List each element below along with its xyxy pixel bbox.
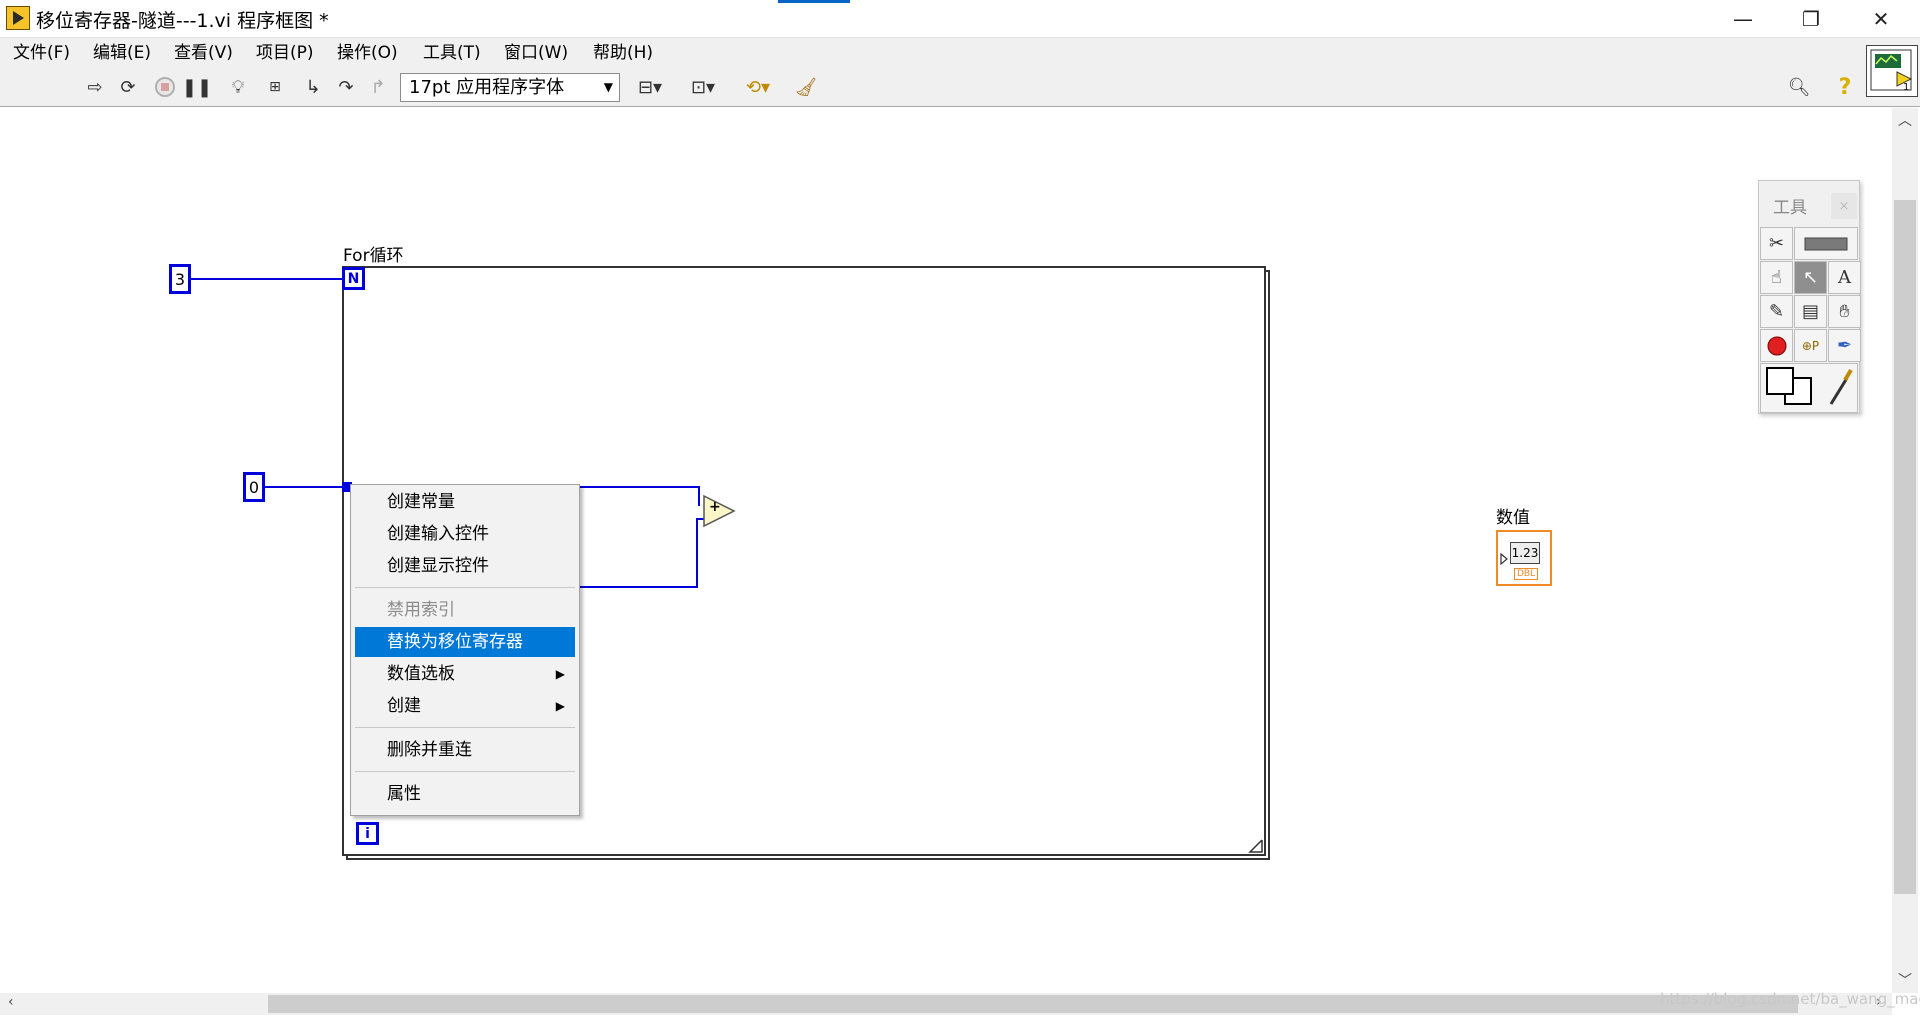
menu-item-create[interactable]: 创建 ▶ xyxy=(355,691,575,721)
context-menu: 创建常量 创建输入控件 创建显示控件 禁用索引 替换为移位寄存器 数值选板 ▶ … xyxy=(350,484,580,816)
scroll-down-icon[interactable]: ﹀ xyxy=(1898,970,1912,990)
menu-separator xyxy=(355,771,575,772)
reorder-icon[interactable]: ⟲▾ xyxy=(738,74,778,100)
wire-add-top-drop[interactable] xyxy=(698,486,700,506)
submenu-arrow-icon: ▶ xyxy=(555,667,565,681)
wire-count[interactable] xyxy=(190,278,342,280)
step-out-icon[interactable]: ↱ xyxy=(365,74,391,100)
numeric-indicator[interactable]: 1.23 DBL xyxy=(1496,530,1552,586)
tools-palette: 工具 × ✂︎ ☝︎ ↖ A ✎ ▤ ✋︎ ⊕P ✒︎ xyxy=(1758,180,1861,414)
scroll-up-icon[interactable]: ︿ xyxy=(1898,110,1912,130)
minimize-button[interactable]: — xyxy=(1712,0,1774,37)
highlight-execution-icon[interactable]: 💡︎ xyxy=(225,74,251,100)
menu-item-create-control[interactable]: 创建输入控件 xyxy=(355,519,575,549)
window-title: 移位寄存器-隧道---1.vi 程序框图 * xyxy=(36,10,329,32)
menu-item-disable-indexing: 禁用索引 xyxy=(387,600,455,620)
menu-window[interactable]: 窗口(W) xyxy=(504,37,568,69)
retain-wire-values-icon[interactable]: ⊞ xyxy=(262,74,288,100)
label-tool-icon[interactable]: A xyxy=(1828,261,1861,294)
vi-icon[interactable]: 1 xyxy=(1866,45,1918,97)
scroll-left-icon[interactable]: ‹ xyxy=(8,994,14,1010)
menu-item-create-constant[interactable]: 创建常量 xyxy=(355,487,575,517)
connect-wire-tool-icon[interactable]: ✎ xyxy=(1760,295,1793,328)
for-loop-label: For循环 xyxy=(343,246,404,266)
chevron-down-icon: ▼ xyxy=(603,80,613,94)
input-arrow-icon xyxy=(1500,552,1508,566)
wire-init-outer[interactable] xyxy=(264,486,348,488)
vertical-scroll-thumb[interactable] xyxy=(1894,200,1916,894)
wire-feedback-rise[interactable] xyxy=(696,518,698,588)
menu-item-create-label: 创建 xyxy=(387,696,421,716)
labview-app-icon xyxy=(6,6,30,30)
indicator-type-badge: DBL xyxy=(1514,568,1538,580)
run-arrow-icon[interactable]: ⇨ xyxy=(82,74,108,100)
close-window-button[interactable]: ✕ xyxy=(1850,0,1912,37)
run-continuously-icon[interactable]: ⟳ xyxy=(115,74,141,100)
menu-project[interactable]: 项目(P) xyxy=(256,37,314,69)
auto-tool-icon[interactable]: ✂︎ xyxy=(1760,227,1793,260)
menu-item-create-indicator[interactable]: 创建显示控件 xyxy=(355,551,575,581)
menu-item-replace-shift-register[interactable]: 替换为移位寄存器 xyxy=(355,627,575,657)
menu-operate[interactable]: 操作(O) xyxy=(337,37,398,69)
menu-item-numeric-palette[interactable]: 数值选板 ▶ xyxy=(355,659,575,689)
object-shortcut-tool-icon[interactable]: ▤ xyxy=(1794,295,1827,328)
menu-view[interactable]: 查看(V) xyxy=(174,37,233,69)
indicator-value: 1.23 xyxy=(1510,542,1540,564)
watermark: https://blog.csdn.net/ba_wang_mao xyxy=(1660,990,1920,1008)
help-icon[interactable]: ? xyxy=(1832,74,1858,100)
search-icon[interactable]: 🔍︎ xyxy=(1784,74,1814,100)
tools-palette-title: 工具 xyxy=(1773,198,1807,218)
abort-icon[interactable] xyxy=(152,74,178,100)
font-select[interactable]: 17pt 应用程序字体 ▼ xyxy=(400,73,620,102)
probe-tool-icon[interactable]: ⊕P xyxy=(1794,329,1827,362)
add-symbol: + xyxy=(709,499,721,515)
loop-iteration-terminal[interactable]: i xyxy=(356,822,379,845)
menu-item-delete-rewire[interactable]: 删除并重连 xyxy=(355,735,575,765)
title-accent-bar xyxy=(778,0,850,3)
count-constant[interactable]: 3 xyxy=(169,264,191,294)
distribute-objects-icon[interactable]: ⊡▾ xyxy=(683,74,723,100)
step-over-icon[interactable]: ↷ xyxy=(333,74,359,100)
svg-text:1: 1 xyxy=(1903,82,1909,93)
color-copy-tool-icon[interactable]: ✒︎ xyxy=(1828,329,1861,362)
menu-tools[interactable]: 工具(T) xyxy=(423,37,481,69)
step-into-icon[interactable]: ↳ xyxy=(300,74,326,100)
clean-up-diagram-icon[interactable]: 🧹︎ xyxy=(793,74,819,100)
menu-help[interactable]: 帮助(H) xyxy=(593,37,653,69)
loop-count-terminal[interactable]: N xyxy=(342,267,365,290)
toolbar xyxy=(0,69,1920,107)
scroll-tool-icon[interactable]: ✋︎ xyxy=(1828,295,1861,328)
menu-separator xyxy=(355,727,575,728)
breakpoint-tool-icon[interactable] xyxy=(1760,329,1793,362)
menu-edit[interactable]: 编辑(E) xyxy=(93,37,151,69)
menu-item-properties[interactable]: 属性 xyxy=(355,779,575,809)
submenu-arrow-icon: ▶ xyxy=(555,699,565,713)
horizontal-scroll-thumb[interactable] xyxy=(268,995,1798,1013)
loop-resize-handle[interactable] xyxy=(1248,838,1264,854)
operate-value-tool-icon[interactable]: ☝︎ xyxy=(1760,261,1793,294)
wire-feedback-bottom[interactable] xyxy=(580,586,698,588)
tools-close-icon[interactable]: × xyxy=(1831,193,1857,219)
auto-tool-indicator[interactable] xyxy=(1794,227,1858,260)
menu-file[interactable]: 文件(F) xyxy=(13,37,70,69)
color-tool-icon xyxy=(1766,367,1853,405)
position-tool-icon[interactable]: ↖ xyxy=(1794,261,1827,294)
align-objects-icon[interactable]: ⊟▾ xyxy=(630,74,670,100)
color-tool[interactable] xyxy=(1760,363,1858,413)
wire-to-add-top[interactable] xyxy=(580,486,700,488)
font-select-value: 17pt 应用程序字体 xyxy=(409,77,565,98)
restore-button[interactable]: ❐ xyxy=(1780,0,1842,37)
menu-item-numeric-palette-label: 数值选板 xyxy=(387,664,455,684)
init-constant[interactable]: 0 xyxy=(243,472,265,502)
pause-icon[interactable]: ❚❚ xyxy=(182,74,212,100)
menu-separator xyxy=(355,587,575,588)
indicator-label: 数值 xyxy=(1496,508,1530,528)
